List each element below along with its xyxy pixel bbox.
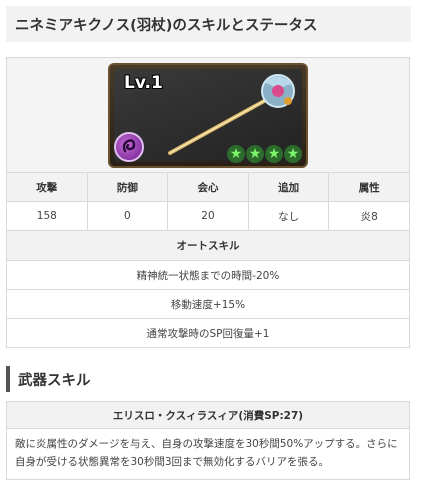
star-icon: ★ (284, 144, 302, 163)
weapon-skill-box: エリスロ・クスィラスィア(消費SP:27) 敵に炎属性のダメージを与え、自身の攻… (6, 401, 410, 480)
fire-swirl-icon (114, 131, 144, 162)
star-icon: ★ (246, 144, 264, 163)
auto-skill-item: 通常攻撃時のSP回復量+1 (6, 318, 410, 348)
auto-skill-item: 移動速度+15% (6, 289, 410, 319)
star-icon: ★ (265, 144, 283, 163)
auto-skill-header-row: オートスキル (6, 230, 410, 261)
auto-skill-row: 通常攻撃時のSP回復量+1 (6, 318, 410, 348)
auto-skill-item: 精神統一状態までの時間-20% (6, 260, 410, 290)
auto-skill-header: オートスキル (6, 230, 410, 261)
rarity-stars: ★ ★ ★ ★ (227, 144, 302, 163)
stat-value-defense: 0 (86, 201, 169, 231)
stat-header-critical: 会心 (167, 172, 249, 202)
stat-header-row: 攻撃 防御 会心 追加 属性 (6, 172, 410, 202)
stat-value-additional: なし (247, 201, 330, 231)
weapon-card-image: Lv.1 ★ ★ ★ ★ (108, 62, 308, 168)
auto-skill-row: 移動速度+15% (6, 289, 410, 319)
weapon-skill-section-title: 武器スキル (6, 366, 411, 392)
page-title: ニネミアキクノス(羽杖)のスキルとステータス (6, 6, 411, 42)
star-icon: ★ (227, 144, 245, 163)
stat-value-critical: 20 (167, 201, 249, 231)
stat-header-element: 属性 (328, 172, 410, 202)
auto-skill-row: 精神統一状態までの時間-20% (6, 260, 410, 290)
weapon-image-row: Lv.1 ★ ★ ★ ★ (6, 57, 410, 173)
weapon-status-table: Lv.1 ★ ★ ★ ★ 攻撃 防御 会心 追加 属性 158 0 20 なし … (6, 57, 410, 348)
stat-header-additional: 追加 (247, 172, 330, 202)
weapon-skill-name: エリスロ・クスィラスィア(消費SP:27) (7, 402, 409, 429)
stat-header-attack: 攻撃 (6, 172, 88, 202)
stat-value-attack: 158 (6, 201, 88, 231)
stat-value-row: 158 0 20 なし 炎8 (6, 201, 410, 231)
stat-value-element: 炎8 (328, 201, 410, 231)
weapon-level-label: Lv.1 (124, 72, 163, 93)
stat-header-defense: 防御 (86, 172, 169, 202)
weapon-skill-description: 敵に炎属性のダメージを与え、自身の攻撃速度を30秒間50%アップする。さらに自身… (15, 438, 398, 468)
